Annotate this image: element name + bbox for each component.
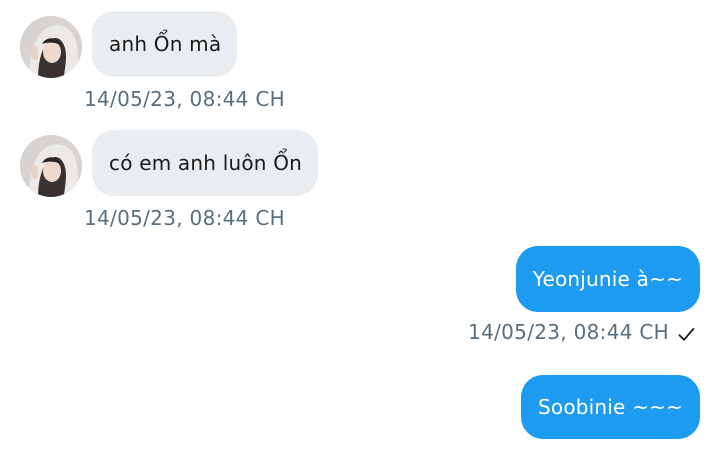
check-icon [678, 324, 695, 341]
incoming-message-bubble[interactable]: có em anh luôn Ổn [92, 130, 319, 196]
incoming-message-bubble[interactable]: anh Ổn mà [92, 11, 238, 77]
avatar[interactable] [20, 16, 82, 78]
message-text: anh Ổn mà [109, 32, 222, 56]
avatar[interactable] [20, 135, 82, 197]
outgoing-message-bubble[interactable]: Yeonjunie à~~ [515, 246, 700, 312]
message-text: có em anh luôn Ổn [109, 151, 303, 175]
message-timestamp: 14/05/23, 08:44 CH [468, 320, 695, 344]
message-timestamp: 14/05/23, 08:44 CH [84, 87, 285, 111]
message-text: Soobinie ~~~ [538, 395, 683, 419]
message-text: Yeonjunie à~~ [532, 267, 683, 291]
message-timestamp: 14/05/23, 08:44 CH [84, 206, 285, 230]
outgoing-message-bubble[interactable]: Soobinie ~~~ [521, 375, 700, 439]
